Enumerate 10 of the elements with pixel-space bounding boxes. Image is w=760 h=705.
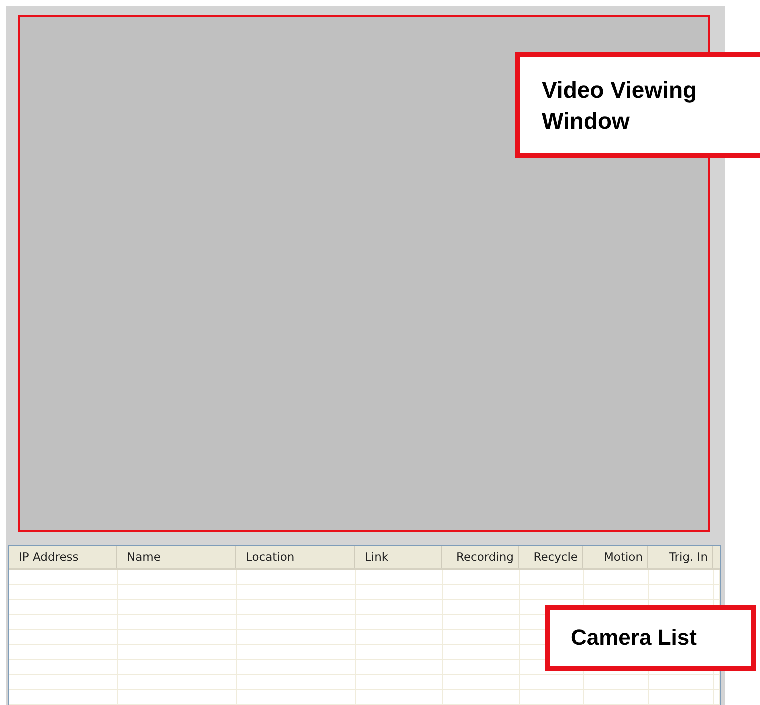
column-header[interactable]: Link (355, 546, 442, 568)
column-header[interactable]: IP Address (9, 546, 117, 568)
column-header[interactable]: Trig. In (648, 546, 713, 568)
column-header[interactable]: Name (117, 546, 236, 568)
column-header[interactable]: Motion (583, 546, 648, 568)
column-header[interactable]: Recording (442, 546, 519, 568)
camera-list-callout: Camera List (545, 605, 756, 671)
video-window-callout: Video Viewing Window (515, 52, 760, 158)
column-header[interactable]: Recycle (519, 546, 583, 568)
column-header[interactable]: Location (236, 546, 355, 568)
